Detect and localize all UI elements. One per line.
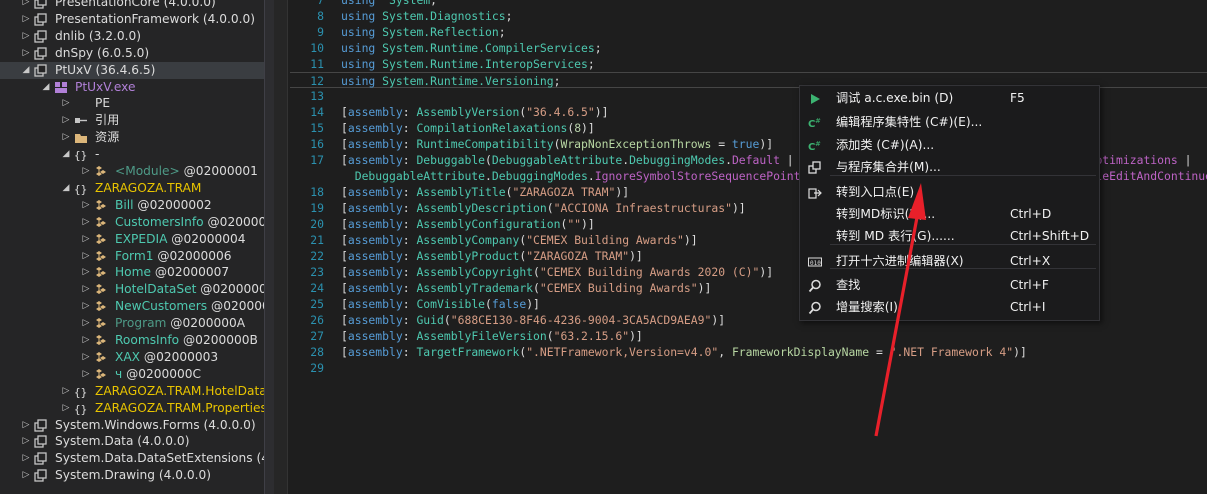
red-annotation-arrow <box>874 183 926 437</box>
arrow-shaft <box>874 211 920 437</box>
arrow-head <box>908 183 926 220</box>
